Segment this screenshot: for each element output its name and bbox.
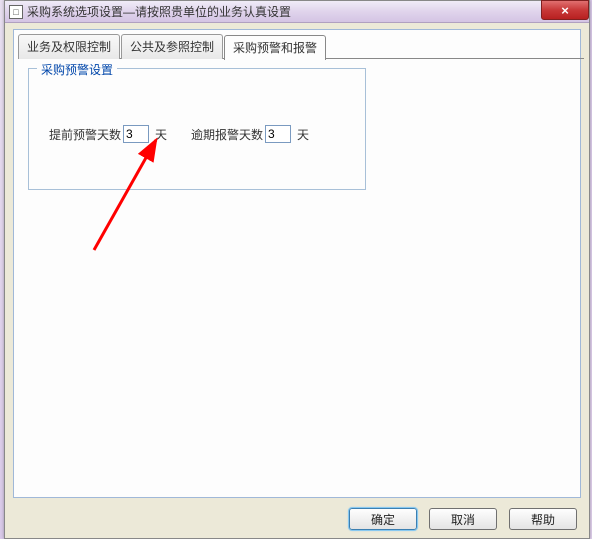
ok-button[interactable]: 确定: [349, 508, 417, 530]
close-icon: ×: [561, 3, 569, 18]
tab-business-permission[interactable]: 业务及权限控制: [18, 34, 120, 59]
advance-warning-label: 提前预警天数: [49, 126, 121, 143]
field-row: 提前预警天数 天 逾期报警天数 天: [49, 125, 309, 143]
overdue-alarm-input[interactable]: [265, 125, 291, 143]
advance-warning-unit: 天: [155, 126, 167, 143]
titlebar: □ 采购系统选项设置—请按照贵单位的业务认真设置 ×: [5, 1, 589, 23]
tab-purchase-warning[interactable]: 采购预警和报警: [224, 35, 326, 60]
window-title: 采购系统选项设置—请按照贵单位的业务认真设置: [27, 3, 291, 20]
tab-container: 业务及权限控制 公共及参照控制 采购预警和报警: [18, 34, 584, 59]
overdue-alarm-label: 逾期报警天数: [191, 126, 263, 143]
overdue-alarm-unit: 天: [297, 126, 309, 143]
purchase-warning-fieldset: 采购预警设置 提前预警天数 天 逾期报警天数 天: [28, 68, 366, 190]
cancel-button[interactable]: 取消: [429, 508, 497, 530]
content-area: 业务及权限控制 公共及参照控制 采购预警和报警 采购预警设置 提前预警天数 天 …: [13, 29, 581, 498]
app-icon: □: [9, 5, 23, 19]
tab-row: 业务及权限控制 公共及参照控制 采购预警和报警: [18, 34, 584, 59]
button-bar: 确定 取消 帮助: [349, 508, 577, 530]
dialog-window: □ 采购系统选项设置—请按照贵单位的业务认真设置 × 业务及权限控制 公共及参照…: [4, 0, 590, 539]
tab-public-reference[interactable]: 公共及参照控制: [121, 34, 223, 59]
close-button[interactable]: ×: [541, 0, 589, 20]
advance-warning-input[interactable]: [123, 125, 149, 143]
fieldset-legend: 采购预警设置: [37, 61, 117, 78]
help-button[interactable]: 帮助: [509, 508, 577, 530]
